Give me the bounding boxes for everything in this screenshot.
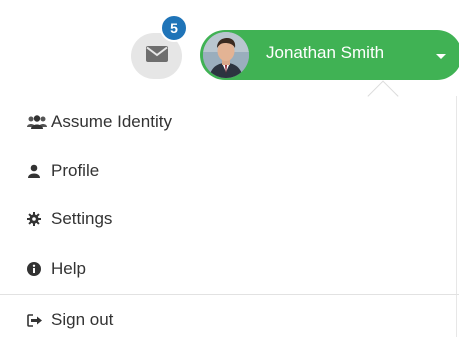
gear-icon: [27, 212, 49, 226]
chevron-down-icon: [436, 54, 446, 59]
menu-item-help[interactable]: Help: [0, 247, 459, 291]
user-avatar[interactable]: [203, 32, 249, 78]
menu-item-label: Assume Identity: [51, 112, 172, 131]
unread-count-badge: 5: [160, 14, 188, 42]
user-name-label: Jonathan Smith: [266, 43, 385, 62]
menu-item-settings[interactable]: Settings: [0, 197, 459, 241]
menu-item-sign-out[interactable]: Sign out: [0, 298, 459, 342]
menu-item-label: Settings: [51, 209, 113, 228]
sign-out-icon: [27, 313, 49, 327]
menu-item-label: Help: [51, 259, 86, 278]
menu-item-label: Profile: [51, 161, 100, 180]
info-circle-icon: [27, 262, 49, 276]
menu-item-label: Sign out: [51, 310, 114, 329]
user-icon: [27, 164, 49, 178]
menu-divider: [0, 294, 459, 295]
menu-item-assume-identity[interactable]: Assume Identity: [0, 100, 459, 144]
envelope-icon: [145, 45, 168, 67]
users-icon: [27, 115, 49, 129]
menu-item-profile[interactable]: Profile: [0, 149, 459, 193]
